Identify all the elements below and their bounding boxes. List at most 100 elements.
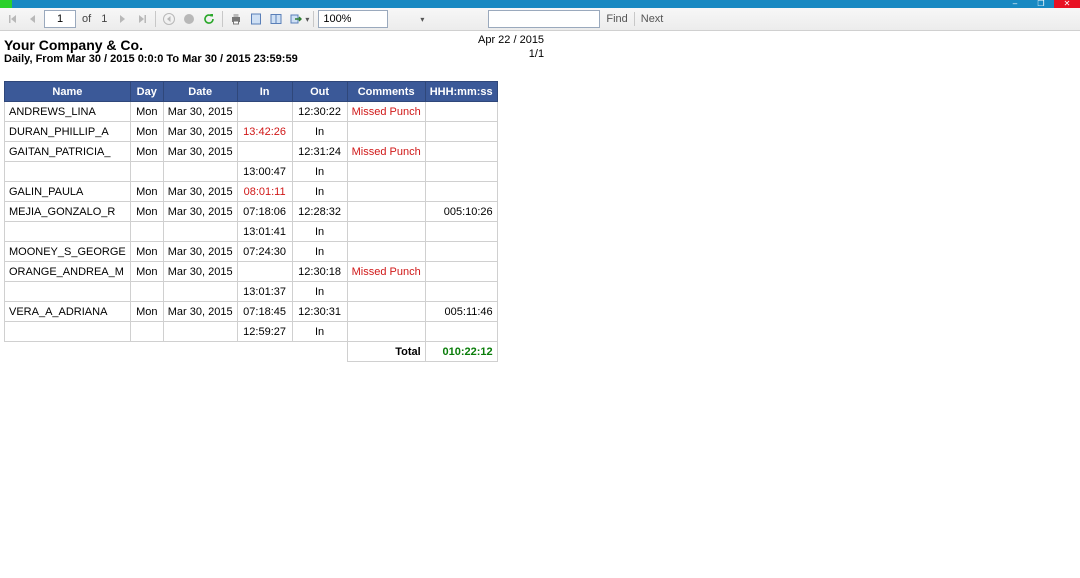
cell (347, 302, 425, 322)
zoom-dropdown-caret[interactable]: ▾ (420, 15, 424, 24)
cell (425, 142, 497, 162)
col-in-header: In (237, 82, 292, 102)
cell (425, 282, 497, 302)
cell (347, 322, 425, 342)
cell (5, 162, 131, 182)
separator (313, 11, 314, 27)
app-badge (0, 0, 12, 8)
table-row: VERA_A_ADRIANAMonMar 30, 201507:18:4512:… (5, 302, 498, 322)
cell: 12:30:22 (292, 102, 347, 122)
cell (5, 282, 131, 302)
window-minimize-button[interactable]: – (1002, 0, 1028, 8)
cell: 13:01:37 (237, 282, 292, 302)
total-value: 010:22:12 (425, 342, 497, 362)
table-header-row: Name Day Date In Out Comments HHH:mm:ss (5, 82, 498, 102)
report-meta: Apr 22 / 2015 1/1 (478, 31, 544, 61)
cell: Mar 30, 2015 (163, 262, 237, 282)
cell: MOONEY_S_GEORGE (5, 242, 131, 262)
cell: ANDREWS_LINA (5, 102, 131, 122)
cell: Missed Punch (347, 102, 425, 122)
cell: In (292, 242, 347, 262)
table-row: MEJIA_GONZALO_RMonMar 30, 201507:18:0612… (5, 202, 498, 222)
back-icon (162, 12, 176, 26)
col-comments-header: Comments (347, 82, 425, 102)
cell: Mon (130, 102, 163, 122)
first-page-icon (6, 12, 20, 26)
separator (155, 11, 156, 27)
of-label: of (78, 13, 95, 25)
table-row: GALIN_PAULAMonMar 30, 201508:01:11In (5, 182, 498, 202)
report-body: Apr 22 / 2015 1/1 Your Company & Co. Dai… (0, 31, 1080, 366)
cell (425, 122, 497, 142)
zoom-combobox[interactable]: 100% (318, 10, 388, 28)
cell: Mar 30, 2015 (163, 142, 237, 162)
refresh-icon (202, 12, 216, 26)
table-row: 12:59:27In (5, 322, 498, 342)
cell: In (292, 122, 347, 142)
table-total-row: Total 010:22:12 (5, 342, 498, 362)
cell: 12:28:32 (292, 202, 347, 222)
find-button[interactable]: Find (606, 13, 627, 25)
cell (163, 222, 237, 242)
refresh-button[interactable] (200, 10, 218, 28)
cell: 12:30:18 (292, 262, 347, 282)
cell: 12:30:31 (292, 302, 347, 322)
find-next-button[interactable]: Next (641, 13, 664, 25)
print-layout-button[interactable] (247, 10, 265, 28)
back-button[interactable] (160, 10, 178, 28)
page-setup-icon (269, 12, 283, 26)
col-hours-header: HHH:mm:ss (425, 82, 497, 102)
run-date: Apr 22 / 2015 (478, 33, 544, 47)
separator (222, 11, 223, 27)
cell: GAITAN_PATRICIA_ (5, 142, 131, 162)
page-setup-button[interactable] (267, 10, 285, 28)
table-row: ANDREWS_LINAMonMar 30, 201512:30:22Misse… (5, 102, 498, 122)
page-total-label: 1 (97, 13, 111, 25)
cell: Mon (130, 262, 163, 282)
window-close-button[interactable]: ✕ (1054, 0, 1080, 8)
cell (425, 102, 497, 122)
stop-button[interactable] (180, 10, 198, 28)
cell: Mar 30, 2015 (163, 302, 237, 322)
prev-page-icon (26, 12, 40, 26)
cell: ORANGE_ANDREA_M (5, 262, 131, 282)
cell (425, 242, 497, 262)
cell (347, 162, 425, 182)
table-row: GAITAN_PATRICIA_MonMar 30, 201512:31:24M… (5, 142, 498, 162)
cell: In (292, 182, 347, 202)
report-table: Name Day Date In Out Comments HHH:mm:ss … (4, 81, 498, 362)
prev-page-button[interactable] (24, 10, 42, 28)
cell (347, 222, 425, 242)
cell (347, 122, 425, 142)
print-button[interactable] (227, 10, 245, 28)
window-maximize-button[interactable]: ❐ (1028, 0, 1054, 8)
total-label: Total (347, 342, 425, 362)
cell (237, 102, 292, 122)
cell (347, 282, 425, 302)
cell: 13:00:47 (237, 162, 292, 182)
table-row: 13:00:47In (5, 162, 498, 182)
report-viewer-toolbar: 1 of 1 ▾ 100% ▾ Find Next (0, 8, 1080, 31)
table-row: MOONEY_S_GEORGEMonMar 30, 201507:24:30In (5, 242, 498, 262)
export-button[interactable] (287, 10, 305, 28)
last-page-button[interactable] (133, 10, 151, 28)
cell: In (292, 222, 347, 242)
page-number-input[interactable]: 1 (44, 10, 76, 28)
cell: 13:01:41 (237, 222, 292, 242)
cell (237, 142, 292, 162)
cell (237, 262, 292, 282)
cell: GALIN_PAULA (5, 182, 131, 202)
cell (130, 222, 163, 242)
cell (5, 222, 131, 242)
cell: 12:59:27 (237, 322, 292, 342)
export-dropdown-caret[interactable]: ▾ (305, 15, 309, 24)
cell (425, 162, 497, 182)
cell (425, 222, 497, 242)
find-input[interactable] (488, 10, 600, 28)
cell (130, 322, 163, 342)
print-icon (229, 12, 243, 26)
cell: In (292, 162, 347, 182)
cell: 08:01:11 (237, 182, 292, 202)
next-page-button[interactable] (113, 10, 131, 28)
first-page-button[interactable] (4, 10, 22, 28)
